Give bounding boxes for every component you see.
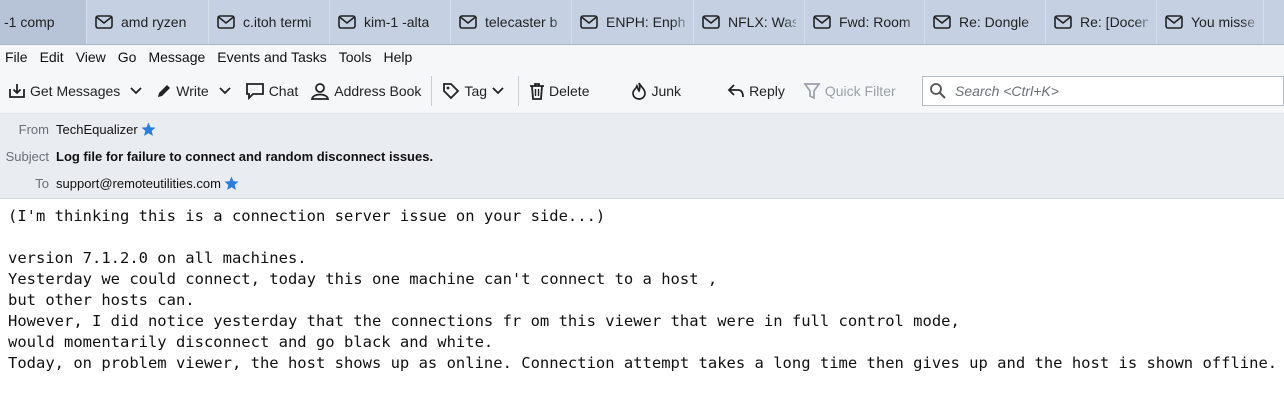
to-row: To support@remoteutilities.com bbox=[0, 176, 239, 191]
search-box[interactable] bbox=[922, 76, 1284, 106]
menu-bar: File Edit View Go Message Events and Tas… bbox=[0, 45, 1284, 69]
tab-3[interactable]: kim-1 -alta bbox=[330, 0, 451, 44]
tab-label: Re: Dongle bbox=[959, 14, 1030, 30]
tab-4[interactable]: telecaster b bbox=[451, 0, 572, 44]
tag-button[interactable]: Tag bbox=[436, 75, 514, 107]
tab-0[interactable]: -1 comp bbox=[0, 0, 87, 44]
mail-icon bbox=[1165, 15, 1183, 29]
get-messages-dropdown[interactable] bbox=[126, 75, 150, 107]
subject-label: Subject bbox=[5, 149, 49, 164]
mail-icon bbox=[813, 15, 831, 29]
address-book-label: Address Book bbox=[334, 83, 422, 99]
trash-icon bbox=[530, 83, 545, 100]
mail-icon bbox=[702, 15, 720, 29]
junk-label: Junk bbox=[651, 83, 682, 99]
tag-label: Tag bbox=[464, 83, 488, 99]
tab-label: Fwd: Room bbox=[839, 14, 911, 30]
body-line: version 7.1.2.0 on all machines. bbox=[8, 249, 307, 267]
mail-icon bbox=[933, 15, 951, 29]
body-line: ​ bbox=[8, 227, 1276, 248]
menu-edit[interactable]: Edit bbox=[34, 49, 70, 65]
tab-label: -1 comp bbox=[4, 14, 55, 30]
to-value[interactable]: support@remoteutilities.com bbox=[56, 176, 221, 191]
tab-5[interactable]: ENPH: Enph bbox=[572, 0, 694, 44]
subject-row: Subject Log file for failure to connect … bbox=[0, 149, 433, 164]
mail-icon bbox=[580, 15, 598, 29]
star-icon[interactable] bbox=[224, 176, 239, 191]
mail-icon bbox=[338, 15, 356, 29]
search-icon bbox=[930, 83, 946, 99]
tab-label: telecaster b bbox=[485, 14, 558, 30]
delete-button[interactable]: Delete bbox=[523, 75, 595, 107]
menu-file[interactable]: File bbox=[0, 49, 34, 65]
tab-label: amd ryzen bbox=[121, 14, 187, 30]
tab-label: c.itoh termi bbox=[243, 14, 312, 30]
toolbar-separator bbox=[431, 76, 433, 106]
quick-filter-button[interactable]: Quick Filter bbox=[797, 75, 902, 107]
tab-1[interactable]: amd ryzen bbox=[87, 0, 209, 44]
reply-icon bbox=[727, 84, 744, 98]
tab-6[interactable]: NFLX: Was bbox=[694, 0, 805, 44]
tab-8[interactable]: Re: Dongle bbox=[925, 0, 1046, 44]
tag-icon bbox=[443, 83, 460, 100]
body-line: (I'm thinking this is a connection serve… bbox=[8, 207, 606, 225]
menu-view[interactable]: View bbox=[70, 49, 112, 65]
body-line: However, I did notice yesterday that the… bbox=[8, 312, 960, 330]
reply-button[interactable]: Reply bbox=[721, 75, 791, 107]
reply-label: Reply bbox=[749, 83, 785, 99]
from-row: From TechEqualizer bbox=[0, 122, 156, 137]
menu-tools[interactable]: Tools bbox=[333, 49, 378, 65]
toolbar: Get Messages Write Chat Address Book Tag… bbox=[0, 69, 1284, 114]
search-input[interactable] bbox=[953, 82, 1257, 100]
mail-icon bbox=[1054, 15, 1072, 29]
flame-icon bbox=[632, 82, 647, 100]
star-icon[interactable] bbox=[141, 122, 156, 137]
address-book-icon bbox=[311, 83, 330, 100]
write-dropdown[interactable] bbox=[215, 75, 239, 107]
address-book-button[interactable]: Address Book bbox=[304, 75, 427, 107]
body-line: Today, on problem viewer, the host shows… bbox=[8, 354, 1278, 372]
chat-label: Chat bbox=[268, 83, 299, 99]
tab-9[interactable]: Re: [Docen bbox=[1046, 0, 1157, 44]
tab-10[interactable]: You missed bbox=[1157, 0, 1264, 44]
subject-value: Log file for failure to connect and rand… bbox=[56, 149, 434, 164]
junk-button[interactable]: Junk bbox=[625, 75, 687, 107]
from-value[interactable]: TechEqualizer bbox=[56, 122, 138, 137]
funnel-icon bbox=[803, 83, 821, 100]
get-messages-label: Get Messages bbox=[30, 83, 121, 99]
to-label: To bbox=[35, 176, 49, 191]
body-line: Yesterday we could connect, today this o… bbox=[8, 270, 718, 288]
quick-filter-label: Quick Filter bbox=[824, 83, 896, 99]
pencil-icon bbox=[158, 85, 171, 97]
menu-go[interactable]: Go bbox=[112, 49, 143, 65]
chat-button[interactable]: Chat bbox=[239, 75, 305, 107]
message-header: From TechEqualizer Subject Log file for … bbox=[0, 114, 1284, 199]
tab-2[interactable]: c.itoh termi bbox=[209, 0, 330, 44]
menu-events-and-tasks[interactable]: Events and Tasks bbox=[211, 49, 332, 65]
mail-icon bbox=[95, 15, 113, 29]
chevron-down-icon bbox=[492, 87, 504, 95]
chevron-down-icon bbox=[219, 87, 231, 95]
mail-icon bbox=[217, 15, 235, 29]
from-label: From bbox=[18, 122, 49, 137]
tab-bar: -1 comp amd ryzen c.itoh termi kim-1 -al… bbox=[0, 0, 1284, 45]
chevron-down-icon bbox=[130, 87, 142, 95]
download-icon bbox=[9, 84, 25, 98]
message-body: (I'm thinking this is a connection serve… bbox=[0, 199, 1284, 381]
write-label: Write bbox=[176, 83, 209, 99]
toolbar-separator bbox=[518, 76, 520, 106]
delete-label: Delete bbox=[549, 83, 590, 99]
menu-help[interactable]: Help bbox=[377, 49, 418, 65]
tab-7[interactable]: Fwd: Room bbox=[805, 0, 925, 44]
chat-icon bbox=[245, 83, 264, 100]
get-messages-button[interactable]: Get Messages bbox=[0, 75, 126, 107]
body-line: would momentarily disconnect and go blac… bbox=[8, 333, 494, 351]
tab-label: kim-1 -alta bbox=[364, 14, 430, 30]
write-button[interactable]: Write bbox=[150, 75, 214, 107]
menu-message[interactable]: Message bbox=[142, 49, 211, 65]
body-line: but other hosts can. bbox=[8, 291, 195, 309]
mail-icon bbox=[459, 15, 477, 29]
